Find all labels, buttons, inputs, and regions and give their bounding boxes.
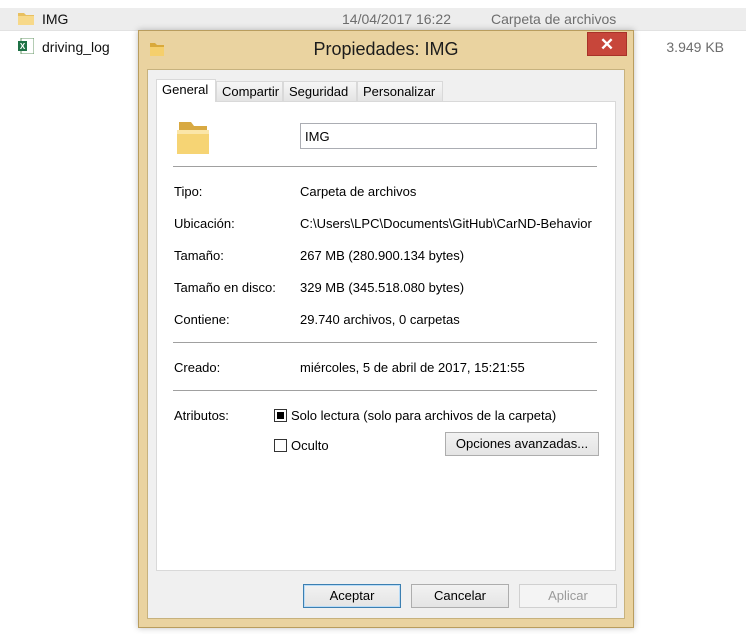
ok-button[interactable]: Aceptar (303, 584, 401, 608)
type-value: Carpeta de archivos (300, 184, 417, 199)
readonly-checkbox[interactable] (274, 409, 287, 422)
hidden-checkbox[interactable] (274, 439, 287, 452)
size-label: Tamaño: (174, 248, 224, 263)
title-bar[interactable]: Propiedades: IMG ✕ (139, 31, 633, 69)
contains-value: 29.740 archivos, 0 carpetas (300, 312, 460, 327)
svg-text:X: X (20, 42, 26, 51)
tab-seguridad[interactable]: Seguridad (283, 81, 357, 101)
file-row-img[interactable]: IMG 14/04/2017 16:22 Carpeta de archivos (0, 8, 746, 31)
divider (173, 390, 597, 391)
folder-name-input[interactable] (300, 123, 597, 149)
close-button[interactable]: ✕ (587, 32, 627, 56)
file-date: 14/04/2017 16:22 (342, 11, 451, 27)
divider (173, 342, 597, 343)
size-on-disk-label: Tamaño en disco: (174, 280, 276, 295)
divider (173, 166, 597, 167)
close-icon: ✕ (599, 35, 615, 54)
dialog-title: Propiedades: IMG (313, 39, 459, 59)
file-type: Carpeta de archivos (491, 11, 617, 27)
advanced-options-button[interactable]: Opciones avanzadas... (445, 432, 599, 456)
folder-icon (18, 13, 34, 25)
tab-personalizar[interactable]: Personalizar (357, 81, 443, 101)
attributes-label: Atributos: (174, 408, 229, 423)
readonly-label[interactable]: Solo lectura (solo para archivos de la c… (291, 408, 556, 423)
size-on-disk-value: 329 MB (345.518.080 bytes) (300, 280, 465, 295)
location-value: C:\Users\LPC\Documents\GitHub\CarND-Beha… (300, 216, 592, 231)
properties-dialog: Propiedades: IMG ✕ General Compartir Seg… (138, 30, 634, 628)
excel-file-icon: X (18, 38, 34, 54)
file-size: 3.949 KB (666, 39, 724, 55)
created-value: miércoles, 5 de abril de 2017, 15:21:55 (300, 360, 525, 375)
file-name: IMG (42, 11, 69, 27)
apply-button[interactable]: Aplicar (519, 584, 617, 608)
folder-icon (177, 122, 209, 154)
created-label: Creado: (174, 360, 221, 375)
dialog-client: General Compartir Seguridad Personalizar… (147, 69, 625, 619)
tab-compartir[interactable]: Compartir (216, 81, 283, 101)
type-label: Tipo: (174, 184, 203, 199)
file-name: driving_log (42, 39, 110, 55)
hidden-label[interactable]: Oculto (291, 438, 329, 453)
location-label: Ubicación: (174, 216, 235, 231)
contains-label: Contiene: (174, 312, 230, 327)
cancel-button[interactable]: Cancelar (411, 584, 509, 608)
tab-general[interactable]: General (156, 79, 216, 102)
size-value: 267 MB (280.900.134 bytes) (300, 248, 465, 263)
general-panel: Tipo: Carpeta de archivos Ubicación: C:\… (156, 101, 616, 571)
